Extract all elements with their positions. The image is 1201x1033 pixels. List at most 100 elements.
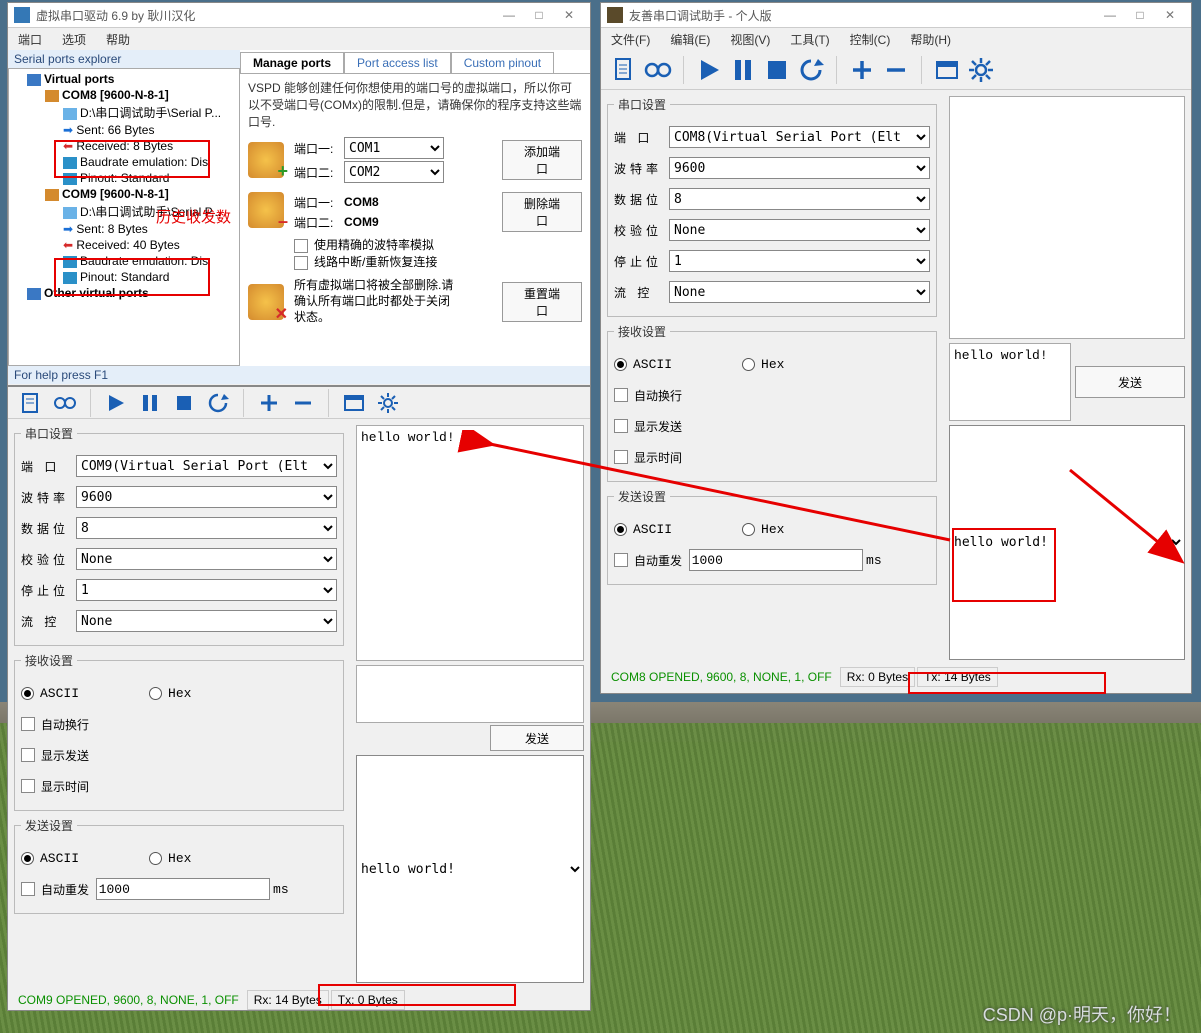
refresh-icon[interactable] <box>796 55 826 85</box>
data-combo[interactable]: 8 <box>76 517 337 539</box>
show-send-checkbox[interactable] <box>21 748 35 762</box>
menu-help[interactable]: 帮助(H) <box>900 28 961 51</box>
wrap-checkbox[interactable] <box>21 717 35 731</box>
explorer-title: Serial ports explorer <box>8 50 240 68</box>
menu-help[interactable]: 帮助 <box>96 28 140 51</box>
serial-settings-group: 串口设置 端 口COM9(Virtual Serial Port (Elt 波特… <box>14 425 344 646</box>
recv-textarea[interactable] <box>949 96 1185 339</box>
app-icon <box>14 7 30 23</box>
hex-radio[interactable] <box>742 358 755 371</box>
show-send-checkbox[interactable] <box>614 419 628 433</box>
annot-right-status <box>908 672 1106 694</box>
show-time-checkbox[interactable] <box>21 779 35 793</box>
accurate-baud-checkbox[interactable] <box>294 239 308 253</box>
reset-port-button[interactable]: 重置端口 <box>502 282 582 322</box>
stop-icon[interactable] <box>762 55 792 85</box>
minimize-button[interactable]: — <box>1095 8 1125 22</box>
send-button-right[interactable]: 发送 <box>1075 366 1185 398</box>
maximize-button[interactable]: □ <box>1125 8 1155 22</box>
send-textarea[interactable]: hello world! <box>949 343 1071 421</box>
left-toolbar <box>8 387 590 419</box>
line-break-checkbox[interactable] <box>294 256 308 270</box>
doc-icon[interactable] <box>16 388 46 418</box>
minimize-button[interactable]: — <box>494 8 524 22</box>
close-button[interactable]: ✕ <box>554 8 584 22</box>
right-toolbar <box>601 50 1191 90</box>
interval-input[interactable] <box>689 549 863 571</box>
add-port-button[interactable]: 添加端口 <box>502 140 582 180</box>
left-serial-window: 串口设置 端 口COM9(Virtual Serial Port (Elt 波特… <box>7 386 591 1011</box>
parity-combo[interactable]: None <box>76 548 337 570</box>
record-icon[interactable] <box>643 55 673 85</box>
auto-resend-checkbox[interactable] <box>21 882 35 896</box>
ascii-radio[interactable] <box>614 358 627 371</box>
auto-resend-checkbox[interactable] <box>614 553 628 567</box>
add-port2-combo[interactable]: COM2 <box>344 161 444 183</box>
window-icon[interactable] <box>932 55 962 85</box>
port-combo[interactable]: COM9(Virtual Serial Port (Elt <box>76 455 337 477</box>
flow-combo[interactable]: None <box>669 281 930 303</box>
menu-file[interactable]: 文件(F) <box>601 28 660 51</box>
menu-tools[interactable]: 工具(T) <box>780 28 839 51</box>
ports-icon <box>27 288 41 300</box>
window-icon[interactable] <box>339 388 369 418</box>
stop-combo[interactable]: 1 <box>76 579 337 601</box>
del-port-icon: – <box>248 192 284 228</box>
play-icon[interactable] <box>694 55 724 85</box>
refresh-icon[interactable] <box>203 388 233 418</box>
play-icon[interactable] <box>101 388 131 418</box>
parity-combo[interactable]: None <box>669 219 930 241</box>
send-button-left[interactable]: 发送 <box>490 725 584 751</box>
flow-combo[interactable]: None <box>76 610 337 632</box>
hex-radio[interactable] <box>149 687 162 700</box>
ascii-radio[interactable] <box>21 687 34 700</box>
stop-icon[interactable] <box>169 388 199 418</box>
app-icon <box>607 7 623 23</box>
baud-combo[interactable]: 9600 <box>669 157 930 179</box>
hex-send-radio[interactable] <box>149 852 162 865</box>
port-combo[interactable]: COM8(Virtual Serial Port (Elt <box>669 126 930 148</box>
pause-icon[interactable] <box>728 55 758 85</box>
vspd-desc: VSPD 能够创建任何你想使用的端口号的虚拟端口，所以你可以不受端口号(COMx… <box>248 80 582 130</box>
minus-icon[interactable] <box>881 55 911 85</box>
tab-access[interactable]: Port access list <box>344 52 451 73</box>
menu-view[interactable]: 视图(V) <box>720 28 780 51</box>
del-port-button[interactable]: 删除端口 <box>502 192 582 232</box>
ascii-send-radio[interactable] <box>614 523 627 536</box>
tab-pinout[interactable]: Custom pinout <box>451 52 554 73</box>
tab-manage[interactable]: Manage ports <box>240 52 344 73</box>
interval-input[interactable] <box>96 878 270 900</box>
baud-combo[interactable]: 9600 <box>76 486 337 508</box>
recv-textarea[interactable]: hello world! <box>356 425 584 661</box>
stop-combo[interactable]: 1 <box>669 250 930 272</box>
send-settings-group: 发送设置 ASCIIHex 自动重发 ms <box>607 488 937 585</box>
ascii-send-radio[interactable] <box>21 852 34 865</box>
plus-icon[interactable] <box>847 55 877 85</box>
vspd-menubar: 端口 选项 帮助 <box>8 28 590 50</box>
annot-history: 历史收发数 <box>156 206 231 227</box>
right-menubar: 文件(F) 编辑(E) 视图(V) 工具(T) 控制(C) 帮助(H) <box>601 28 1191 50</box>
annot-left-status <box>318 984 516 1006</box>
plus-icon[interactable] <box>254 388 284 418</box>
record-icon[interactable] <box>50 388 80 418</box>
hex-send-radio[interactable] <box>742 523 755 536</box>
maximize-button[interactable]: □ <box>524 8 554 22</box>
close-button[interactable]: ✕ <box>1155 8 1185 22</box>
gear-icon[interactable] <box>373 388 403 418</box>
ports-icon <box>27 74 41 86</box>
menu-edit[interactable]: 编辑(E) <box>660 28 720 51</box>
add-port1-combo[interactable]: COM1 <box>344 137 444 159</box>
minus-icon[interactable] <box>288 388 318 418</box>
pause-icon[interactable] <box>135 388 165 418</box>
doc-icon[interactable] <box>609 55 639 85</box>
menu-port[interactable]: 端口 <box>8 28 52 51</box>
send-history-combo[interactable]: hello world! <box>356 755 584 983</box>
wrap-checkbox[interactable] <box>614 388 628 402</box>
menu-options[interactable]: 选项 <box>52 28 96 51</box>
menu-control[interactable]: 控制(C) <box>840 28 901 51</box>
reset-port-icon: ✕ <box>248 284 284 320</box>
data-combo[interactable]: 8 <box>669 188 930 210</box>
gear-icon[interactable] <box>966 55 996 85</box>
send-textarea[interactable] <box>356 665 584 723</box>
show-time-checkbox[interactable] <box>614 450 628 464</box>
